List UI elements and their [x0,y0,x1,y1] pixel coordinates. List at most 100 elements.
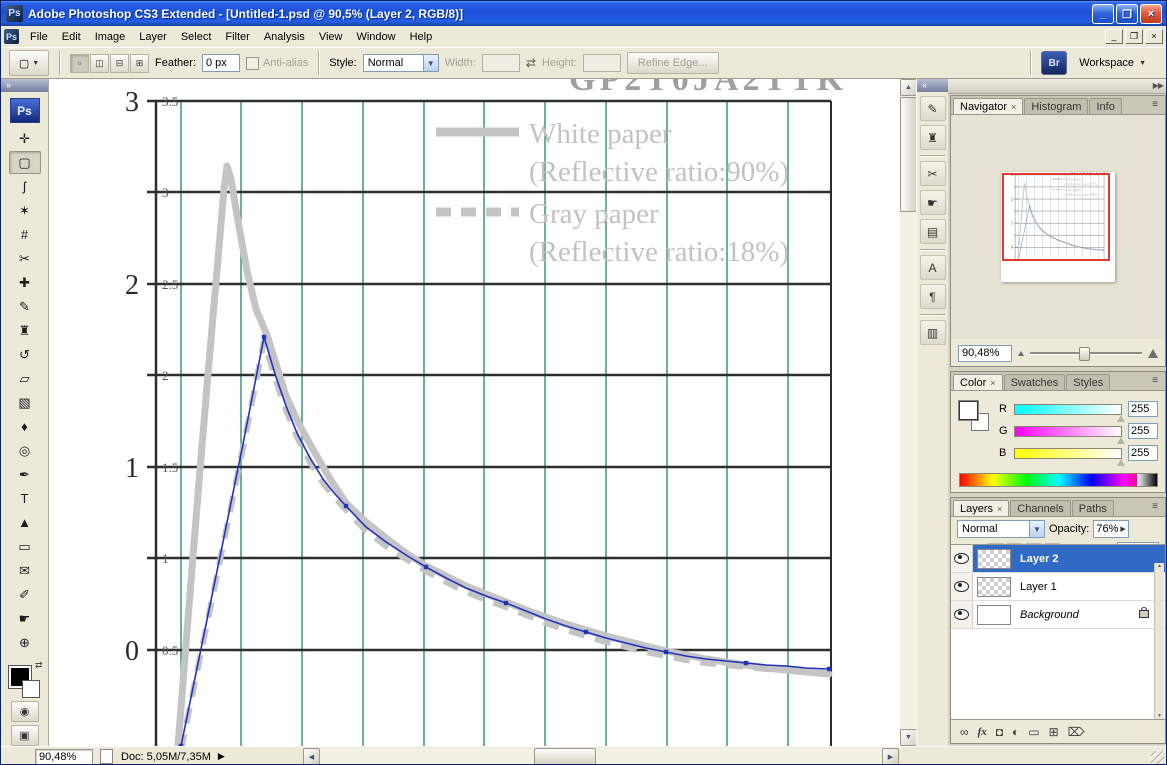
eraser-tool[interactable]: ▱ [9,367,41,390]
info-panel-icon[interactable]: ▥ [920,320,946,345]
layer-row[interactable]: Background [951,601,1165,629]
menu-file[interactable]: File [23,28,55,46]
width-input[interactable] [482,54,520,72]
menu-select[interactable]: Select [174,28,219,46]
zoom-tool[interactable]: ⊕ [9,631,41,654]
toolbox-collapse-handle[interactable]: » [1,79,48,92]
menu-help[interactable]: Help [403,28,440,46]
visibility-toggle[interactable] [951,573,973,600]
gradient-tool[interactable]: ▧ [9,391,41,414]
link-layers-icon[interactable]: ∞ [960,726,969,738]
swap-dimensions-icon[interactable]: ⇄ [526,56,536,70]
healing-brush-tool[interactable]: ✚ [9,271,41,294]
eyedropper-tool[interactable]: ✐ [9,583,41,606]
dock-collapse-handle[interactable]: « [917,79,948,92]
scrollbar-thumb[interactable] [534,748,596,765]
brush-tool[interactable]: ✎ [9,295,41,318]
paragraph-panel-icon[interactable]: ¶ [920,284,946,309]
doc-minimize-button[interactable]: _ [1105,29,1123,44]
styles-panel-icon[interactable]: ✂ [920,161,946,186]
slider-thumb-icon[interactable] [1117,415,1125,422]
swatches-panel-icon[interactable]: ☛ [920,190,946,215]
brushes-panel-icon[interactable]: ✎ [920,96,946,121]
navigator-zoom-input[interactable] [958,345,1012,362]
screen-mode-button[interactable]: ▣ [11,725,39,746]
subtract-from-selection-button[interactable]: ⊟ [110,54,129,73]
feather-input[interactable] [202,54,240,72]
layers-scrollbar[interactable]: ▲▼ [1154,563,1164,719]
zoom-in-icon[interactable] [1148,349,1158,358]
menu-image[interactable]: Image [88,28,133,46]
navigator-panel-menu-icon[interactable]: ≡ [1148,100,1162,111]
doc-close-button[interactable]: × [1145,29,1163,44]
doc-restore-button[interactable]: ❐ [1125,29,1143,44]
channel-value-r[interactable] [1128,401,1158,417]
quick-mask-button[interactable]: ◉ [11,701,39,722]
minimize-button[interactable]: _ [1092,4,1114,24]
menu-window[interactable]: Window [349,28,402,46]
tab-close-icon[interactable]: × [997,504,1002,514]
slider-handle[interactable] [1079,347,1090,361]
close-button[interactable]: × [1140,4,1162,24]
shape-tool[interactable]: ▭ [9,535,41,558]
clone-source-panel-icon[interactable]: ♜ [920,125,946,150]
menu-layer[interactable]: Layer [132,28,174,46]
restore-button[interactable]: ❐ [1116,4,1138,24]
scroll-left-icon[interactable]: ◀ [303,748,320,765]
intersect-selection-button[interactable]: ⊞ [130,54,149,73]
visibility-toggle[interactable] [951,601,973,628]
menu-filter[interactable]: Filter [218,28,256,46]
zoom-out-icon[interactable] [1018,351,1024,356]
blur-tool[interactable]: ♦ [9,415,41,438]
clone-stamp-tool[interactable]: ♜ [9,319,41,342]
navigator-zoom-slider[interactable] [1030,352,1142,354]
add-to-selection-button[interactable]: ◫ [90,54,109,73]
menu-analysis[interactable]: Analysis [257,28,312,46]
layer-row[interactable]: Layer 2 [951,545,1165,573]
navigator-tab-info[interactable]: Info [1089,98,1121,114]
foreground-color-swatch[interactable] [959,401,978,420]
layers-tab-layers[interactable]: Layers× [953,500,1009,516]
slice-tool[interactable]: ✂ [9,247,41,270]
move-tool[interactable]: ✛ [9,127,41,150]
path-selection-tool[interactable]: ▲ [9,511,41,534]
title-bar[interactable]: Ps Adobe Photoshop CS3 Extended - [Untit… [1,1,1166,26]
color-tab-swatches[interactable]: Swatches [1004,374,1066,390]
new-layer-icon[interactable]: ⊞ [1049,726,1059,738]
scroll-right-icon[interactable]: ▶ [882,748,899,765]
menu-edit[interactable]: Edit [55,28,88,46]
type-tool[interactable]: T [9,487,41,510]
height-input[interactable] [583,54,621,72]
refine-edge-button[interactable]: Refine Edge... [627,52,719,74]
collapse-dock-icon[interactable]: ▶▶ [1153,81,1163,90]
scroll-up-icon[interactable]: ▲ [900,79,917,96]
menu-view[interactable]: View [312,28,350,46]
lasso-tool[interactable]: ʃ [9,175,41,198]
dodge-tool[interactable]: ◎ [9,439,41,462]
scrollbar-track[interactable] [320,748,882,765]
layer-mask-icon[interactable]: ◘ [996,726,1003,738]
scroll-down-icon[interactable]: ▼ [900,729,917,746]
layer-comps-panel-icon[interactable]: ▤ [920,219,946,244]
layer-row[interactable]: Layer 1 [951,573,1165,601]
document-app-icon[interactable]: Ps [4,29,19,44]
document-canvas[interactable]: 3.5332.5221.5110.50White paper(Reflectiv… [49,79,899,746]
layers-tab-paths[interactable]: Paths [1072,500,1114,516]
notes-tool[interactable]: ✉ [9,559,41,582]
scrollbar-thumb[interactable] [900,97,917,212]
layer-group-icon[interactable]: ▭ [1028,726,1039,738]
blend-mode-select[interactable]: Normal ▼ [957,520,1045,538]
hand-tool[interactable]: ☛ [9,607,41,630]
vertical-scrollbar[interactable]: ▲ ▼ [899,79,916,746]
status-zoom-input[interactable]: 90,48% [35,749,93,765]
status-flyout-arrow[interactable]: ▶ [218,751,225,762]
layers-tab-channels[interactable]: Channels [1010,500,1070,516]
go-to-bridge-button[interactable]: Br [1041,51,1067,75]
navigator-tab-histogram[interactable]: Histogram [1024,98,1088,114]
magic-wand-tool[interactable]: ✶ [9,199,41,222]
channel-value-b[interactable] [1128,445,1158,461]
color-tab-styles[interactable]: Styles [1066,374,1110,390]
opacity-input[interactable]: 76% ▶ [1093,520,1128,538]
channel-slider-b[interactable] [1014,448,1122,459]
workspace-menu[interactable]: Workspace ▼ [1073,55,1152,71]
